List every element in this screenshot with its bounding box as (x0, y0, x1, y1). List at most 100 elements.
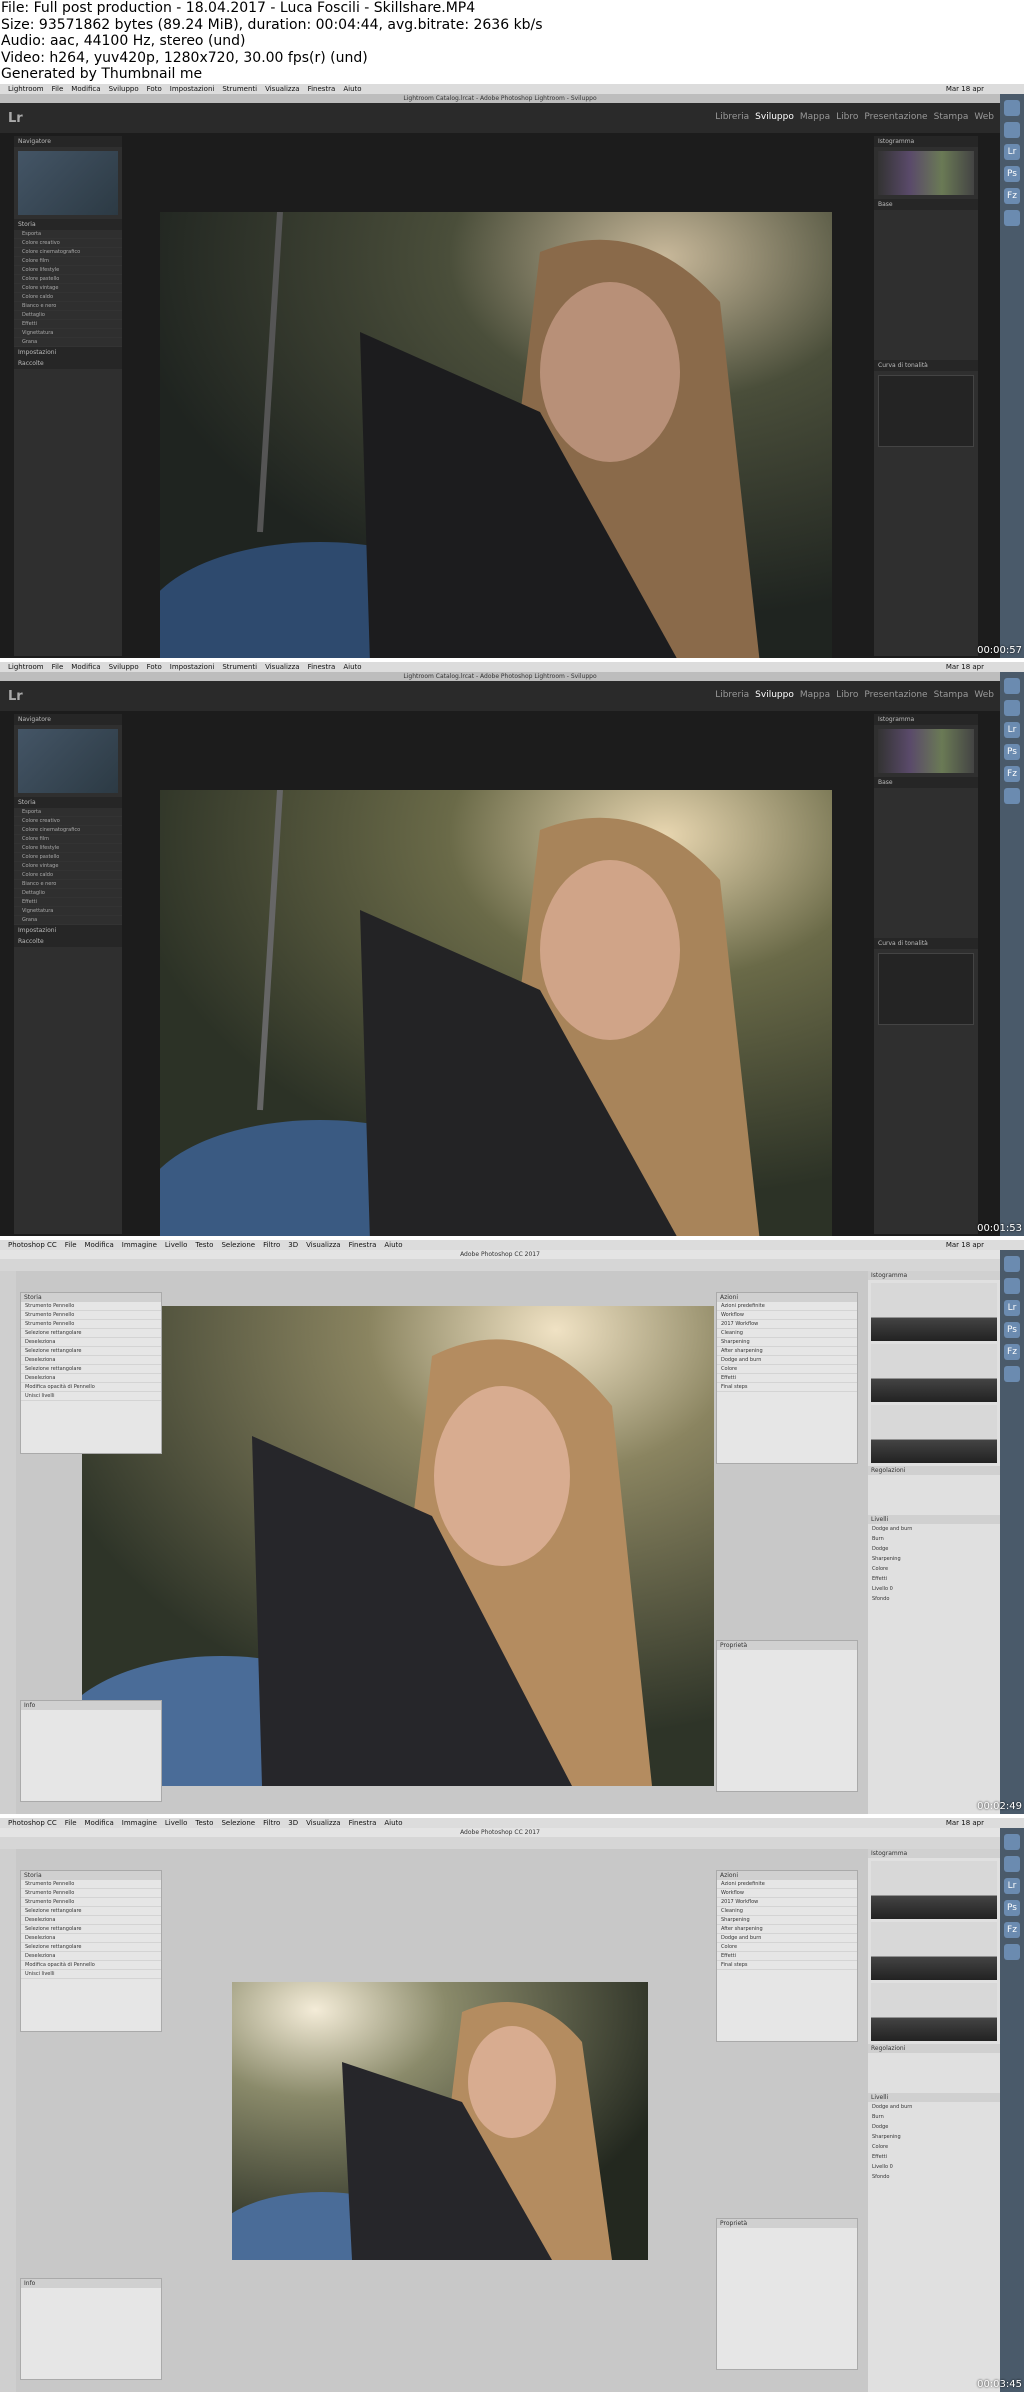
menu-file[interactable]: File (52, 663, 64, 671)
list-item[interactable]: Workflow (717, 1311, 857, 1320)
tone-curve[interactable] (878, 375, 974, 447)
menu-3d[interactable]: 3D (288, 1819, 298, 1827)
finder-icon[interactable] (1004, 1834, 1020, 1850)
list-item[interactable]: Deseleziona (21, 1934, 161, 1943)
photoshop-icon[interactable]: Ps (1004, 166, 1020, 182)
menu-livello[interactable]: Livello (165, 1241, 187, 1249)
history-header[interactable]: Storia (14, 219, 122, 230)
layer-row[interactable]: Dodge and burn (868, 1524, 1000, 1534)
layer-row[interactable]: Effetti (868, 2152, 1000, 2162)
menu-foto[interactable]: Foto (147, 85, 162, 93)
menu-file[interactable]: File (65, 1819, 77, 1827)
layers-panel-header[interactable]: Livelli (868, 1515, 1000, 1524)
photoshop-icon[interactable]: Ps (1004, 1322, 1020, 1338)
trash-icon[interactable] (1004, 788, 1020, 804)
menu-aiuto[interactable]: Aiuto (343, 85, 361, 93)
list-item[interactable]: Colore film (14, 257, 122, 266)
actions-panel-header[interactable]: Azioni (717, 1871, 857, 1880)
list-item[interactable]: Deseleziona (21, 1916, 161, 1925)
menu-livello[interactable]: Livello (165, 1819, 187, 1827)
layer-row[interactable]: Sharpening (868, 2132, 1000, 2142)
adjustments-grid[interactable] (868, 2053, 1000, 2093)
list-item[interactable]: Colore cinematografico (14, 826, 122, 835)
menu-file[interactable]: File (65, 1241, 77, 1249)
module-sviluppo[interactable]: Sviluppo (755, 690, 794, 700)
menu-impostazioni[interactable]: Impostazioni (170, 663, 215, 671)
menu-finestra[interactable]: Finestra (349, 1241, 377, 1249)
list-item[interactable]: Dodge and burn (717, 1934, 857, 1943)
history-panel-header[interactable]: Storia (21, 1293, 161, 1302)
layer-row[interactable]: Sharpening (868, 1554, 1000, 1564)
list-item[interactable]: Unisci livelli (21, 1392, 161, 1401)
layer-row[interactable]: Dodge (868, 1544, 1000, 1554)
list-item[interactable]: Dodge and burn (717, 1356, 857, 1365)
list-item[interactable]: Strumento Pennello (21, 1311, 161, 1320)
menu-immagine[interactable]: Immagine (122, 1819, 157, 1827)
list-item[interactable]: Colore caldo (14, 871, 122, 880)
adjustments-panel-header[interactable]: Regolazioni (868, 2044, 1000, 2053)
menu-testo[interactable]: Testo (195, 1819, 213, 1827)
list-item[interactable]: Strumento Pennello (21, 1898, 161, 1907)
menu-finestra[interactable]: Finestra (308, 663, 336, 671)
menu-modifica[interactable]: Modifica (71, 663, 100, 671)
navigator-header[interactable]: Navigatore (14, 714, 122, 725)
list-item[interactable]: Modifica opacità di Pennello (21, 1961, 161, 1970)
tone-curve[interactable] (878, 953, 974, 1025)
layer-row[interactable]: Livello 0 (868, 2162, 1000, 2172)
list-item[interactable]: Strumento Pennello (21, 1880, 161, 1889)
module-libro[interactable]: Libro (836, 690, 858, 700)
module-presentazione[interactable]: Presentazione (864, 112, 927, 122)
main-photo[interactable] (232, 1982, 648, 2260)
menu-lightroom[interactable]: Lightroom (8, 85, 44, 93)
histogram-header[interactable]: Istogramma (874, 136, 978, 147)
module-mappa[interactable]: Mappa (800, 112, 830, 122)
histogram-header[interactable]: Istogramma (874, 714, 978, 725)
list-item[interactable]: Final steps (717, 1961, 857, 1970)
list-item[interactable]: Colore vintage (14, 284, 122, 293)
basic-header[interactable]: Base (874, 199, 978, 210)
list-item[interactable]: Colore lifestyle (14, 266, 122, 275)
histogram-panel-header[interactable]: Istogramma (868, 1271, 1000, 1280)
navigator-preview[interactable] (18, 151, 118, 215)
list-item[interactable]: Cleaning (717, 1907, 857, 1916)
menu-visualizza[interactable]: Visualizza (306, 1241, 340, 1249)
menu-modifica[interactable]: Modifica (71, 85, 100, 93)
options-bar[interactable] (0, 1837, 1000, 1849)
basic-header[interactable]: Base (874, 777, 978, 788)
list-item[interactable]: Colore creativo (14, 239, 122, 248)
list-item[interactable]: Selezione rettangolare (21, 1943, 161, 1952)
collections-header[interactable]: Raccolte (14, 936, 122, 947)
list-item[interactable]: Selezione rettangolare (21, 1365, 161, 1374)
options-bar[interactable] (0, 1259, 1000, 1271)
layer-row[interactable]: Effetti (868, 1574, 1000, 1584)
list-item[interactable]: Effetti (14, 320, 122, 329)
tools-panel[interactable] (0, 1271, 16, 1814)
menu-strumenti[interactable]: Strumenti (222, 663, 257, 671)
menu-foto[interactable]: Foto (147, 663, 162, 671)
layer-row[interactable]: Dodge (868, 2122, 1000, 2132)
finder-icon[interactable] (1004, 678, 1020, 694)
layer-row[interactable]: Burn (868, 2112, 1000, 2122)
list-item[interactable]: Sharpening (717, 1916, 857, 1925)
actions-panel-header[interactable]: Azioni (717, 1293, 857, 1302)
lightroom-icon[interactable]: Lr (1004, 1300, 1020, 1316)
menu-aiuto[interactable]: Aiuto (343, 663, 361, 671)
list-item[interactable]: Colore pastello (14, 275, 122, 284)
list-item[interactable]: Colore vintage (14, 862, 122, 871)
menu-visualizza[interactable]: Visualizza (265, 85, 299, 93)
menu-sviluppo[interactable]: Sviluppo (109, 663, 139, 671)
main-photo[interactable] (160, 212, 832, 658)
list-item[interactable]: Azioni predefinite (717, 1880, 857, 1889)
histogram-panel-header[interactable]: Istogramma (868, 1849, 1000, 1858)
list-item[interactable]: Unisci livelli (21, 1970, 161, 1979)
photoshop-icon[interactable]: Ps (1004, 1900, 1020, 1916)
presets-header[interactable]: Impostazioni (14, 925, 122, 936)
list-item[interactable]: Deseleziona (21, 1952, 161, 1961)
filezilla-icon[interactable]: Fz (1004, 766, 1020, 782)
list-item[interactable]: Bianco e nero (14, 302, 122, 311)
list-item[interactable]: Modifica opacità di Pennello (21, 1383, 161, 1392)
list-item[interactable]: Colore creativo (14, 817, 122, 826)
module-mappa[interactable]: Mappa (800, 690, 830, 700)
list-item[interactable]: Sharpening (717, 1338, 857, 1347)
list-item[interactable]: Strumento Pennello (21, 1302, 161, 1311)
